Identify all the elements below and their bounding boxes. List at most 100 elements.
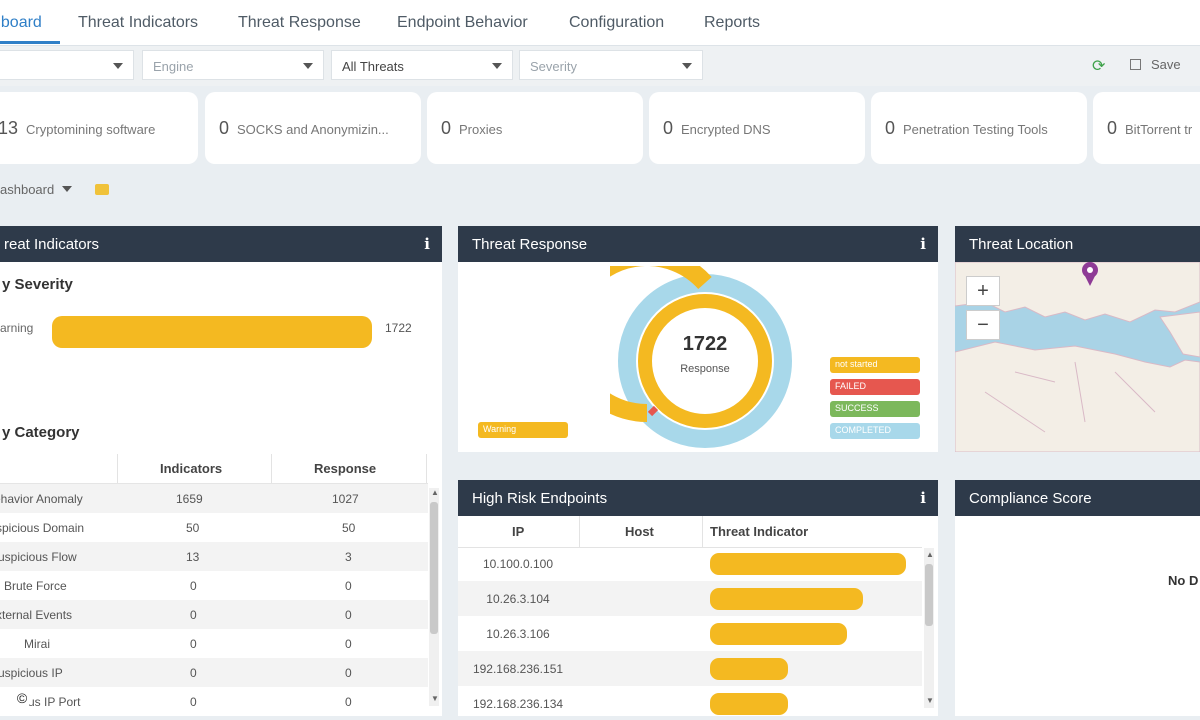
table-row[interactable]: 10.26.3.104 xyxy=(458,581,922,616)
stat-count: 0 xyxy=(219,118,230,138)
tab-threat-indicators[interactable]: Threat Indicators xyxy=(78,14,198,32)
scrollbar-thumb[interactable] xyxy=(925,564,933,626)
table-row[interactable]: Brute Force 0 0 xyxy=(0,571,428,600)
legend-not-started[interactable]: not started xyxy=(830,357,920,373)
endpoint-ip: 10.26.3.106 xyxy=(486,627,550,641)
dashboard-selector-label: ashboard xyxy=(0,182,55,197)
table-body: ehavior Anomaly 1659 1027 spicious Domain 5… xyxy=(0,484,428,716)
legend-warning[interactable]: Warning xyxy=(478,422,568,438)
severity-bar[interactable] xyxy=(52,316,372,348)
scroll-down-icon[interactable]: ▼ xyxy=(431,694,439,703)
table-row[interactable]: us IP Port 0 0 xyxy=(0,687,428,716)
tab-reports[interactable]: Reports xyxy=(704,14,760,32)
tab-dashboard[interactable]: hboard xyxy=(0,14,42,32)
column-header[interactable]: Response xyxy=(314,461,376,476)
copyright-icon: © xyxy=(12,688,32,708)
stat-label: Penetration Testing Tools xyxy=(903,122,1048,137)
column-header[interactable]: IP xyxy=(512,524,524,539)
info-icon[interactable]: i xyxy=(920,489,926,507)
tab-threat-response[interactable]: Threat Response xyxy=(238,14,361,32)
table-row[interactable]: spicious Domain 50 50 xyxy=(0,513,428,542)
chevron-down-icon xyxy=(492,63,502,69)
stat-card[interactable]: 0 BitTorrent tr xyxy=(1093,92,1200,164)
tab-endpoint-behavior[interactable]: Endpoint Behavior xyxy=(397,14,528,32)
stat-card[interactable]: 0 Encrypted DNS xyxy=(649,92,865,164)
zoom-out-button[interactable]: − xyxy=(966,310,1000,340)
legend-failed[interactable]: FAILED xyxy=(830,379,920,395)
stat-card[interactable]: 0 Proxies xyxy=(427,92,643,164)
dashboard-selector[interactable]: ashboard xyxy=(0,182,73,197)
donut-total: 1722 xyxy=(683,333,728,355)
table-row[interactable]: uspicious Flow 13 3 xyxy=(0,542,428,571)
table-row[interactable]: 192.168.236.134 xyxy=(458,686,922,716)
legend-success[interactable]: SUCCESS xyxy=(830,401,920,417)
by-category-heading: y Category xyxy=(2,424,80,441)
row-indicators: 13 xyxy=(186,550,200,564)
threat-level-bar xyxy=(710,693,788,715)
table-row[interactable]: uspicious IP 0 0 xyxy=(0,658,428,687)
column-header[interactable]: Threat Indicator xyxy=(710,524,808,539)
filter-dropdown[interactable] xyxy=(0,50,134,80)
table-row[interactable]: 192.168.236.151 xyxy=(458,651,922,686)
row-indicators: 0 xyxy=(190,695,197,709)
row-indicators: 0 xyxy=(190,637,197,651)
row-category: xternal Events xyxy=(0,608,73,622)
severity-select[interactable]: Severity xyxy=(519,50,703,80)
chevron-down-icon xyxy=(62,186,73,192)
engine-placeholder: Engine xyxy=(153,59,194,74)
stat-card[interactable]: 0 Penetration Testing Tools xyxy=(871,92,1087,164)
refresh-icon[interactable]: ⟳ xyxy=(1092,56,1105,76)
panel-title: High Risk Endpoints xyxy=(472,490,608,507)
no-data-message: No D xyxy=(1168,573,1199,588)
panel-title: Threat Response xyxy=(472,236,588,253)
panel-header: reat Indicators i xyxy=(0,226,442,262)
stat-count: 0 xyxy=(1107,118,1118,138)
row-response: 0 xyxy=(345,637,352,651)
scrollbar-thumb[interactable] xyxy=(430,502,438,634)
stat-label: Encrypted DNS xyxy=(681,122,771,137)
severity-value: 1722 xyxy=(385,321,412,335)
info-icon[interactable]: i xyxy=(920,235,926,253)
panel-header: High Risk Endpoints i xyxy=(458,480,938,516)
folder-icon[interactable] xyxy=(95,184,109,195)
column-header[interactable]: Host xyxy=(625,524,654,539)
stat-card[interactable]: 0 SOCKS and Anonymizin... xyxy=(205,92,421,164)
scroll-up-icon[interactable]: ▲ xyxy=(926,550,934,559)
row-response: 0 xyxy=(345,695,352,709)
engine-select[interactable]: Engine xyxy=(142,50,324,80)
response-donut-chart[interactable]: 1722 Response xyxy=(610,266,800,456)
column-header[interactable]: Indicators xyxy=(160,461,222,476)
scroll-up-icon[interactable]: ▲ xyxy=(431,488,439,497)
row-category: uspicious Flow xyxy=(0,550,77,564)
threat-level-bar xyxy=(710,588,863,610)
table-row[interactable]: ehavior Anomaly 1659 1027 xyxy=(0,484,428,513)
tab-configuration[interactable]: Configuration xyxy=(569,14,664,32)
category-table: Indicators Response ehavior Anomaly 1659 1… xyxy=(0,454,428,716)
threats-select[interactable]: All Threats xyxy=(331,50,513,80)
stat-label: Proxies xyxy=(459,122,503,137)
panel-header: Threat Location xyxy=(955,226,1200,262)
row-indicators: 0 xyxy=(190,666,197,680)
zoom-in-button[interactable]: + xyxy=(966,276,1000,306)
endpoint-ip: 10.100.0.100 xyxy=(482,557,554,571)
donut-failed-segment[interactable] xyxy=(647,405,659,417)
column-divider xyxy=(702,516,703,548)
endpoint-ip: 192.168.236.151 xyxy=(472,662,564,676)
chevron-down-icon xyxy=(303,63,313,69)
table-row[interactable]: xternal Events 0 0 xyxy=(0,600,428,629)
table-row[interactable]: 10.100.0.100 xyxy=(458,546,922,581)
row-response: 0 xyxy=(345,608,352,622)
row-response: 50 xyxy=(342,521,356,535)
legend-completed[interactable]: COMPLETED xyxy=(830,423,920,439)
donut-center xyxy=(655,311,755,411)
row-indicators: 1659 xyxy=(176,492,203,506)
column-divider xyxy=(579,516,580,548)
stat-label: SOCKS and Anonymizin... xyxy=(237,122,389,137)
info-icon[interactable]: i xyxy=(424,235,430,253)
save-button[interactable]: Save xyxy=(1130,57,1181,72)
table-row[interactable]: Mirai 0 0 xyxy=(0,629,428,658)
table-row[interactable]: 10.26.3.106 xyxy=(458,616,922,651)
save-label: Save xyxy=(1151,57,1181,72)
stat-card[interactable]: 13 Cryptomining software xyxy=(0,92,198,164)
scroll-down-icon[interactable]: ▼ xyxy=(926,696,934,705)
